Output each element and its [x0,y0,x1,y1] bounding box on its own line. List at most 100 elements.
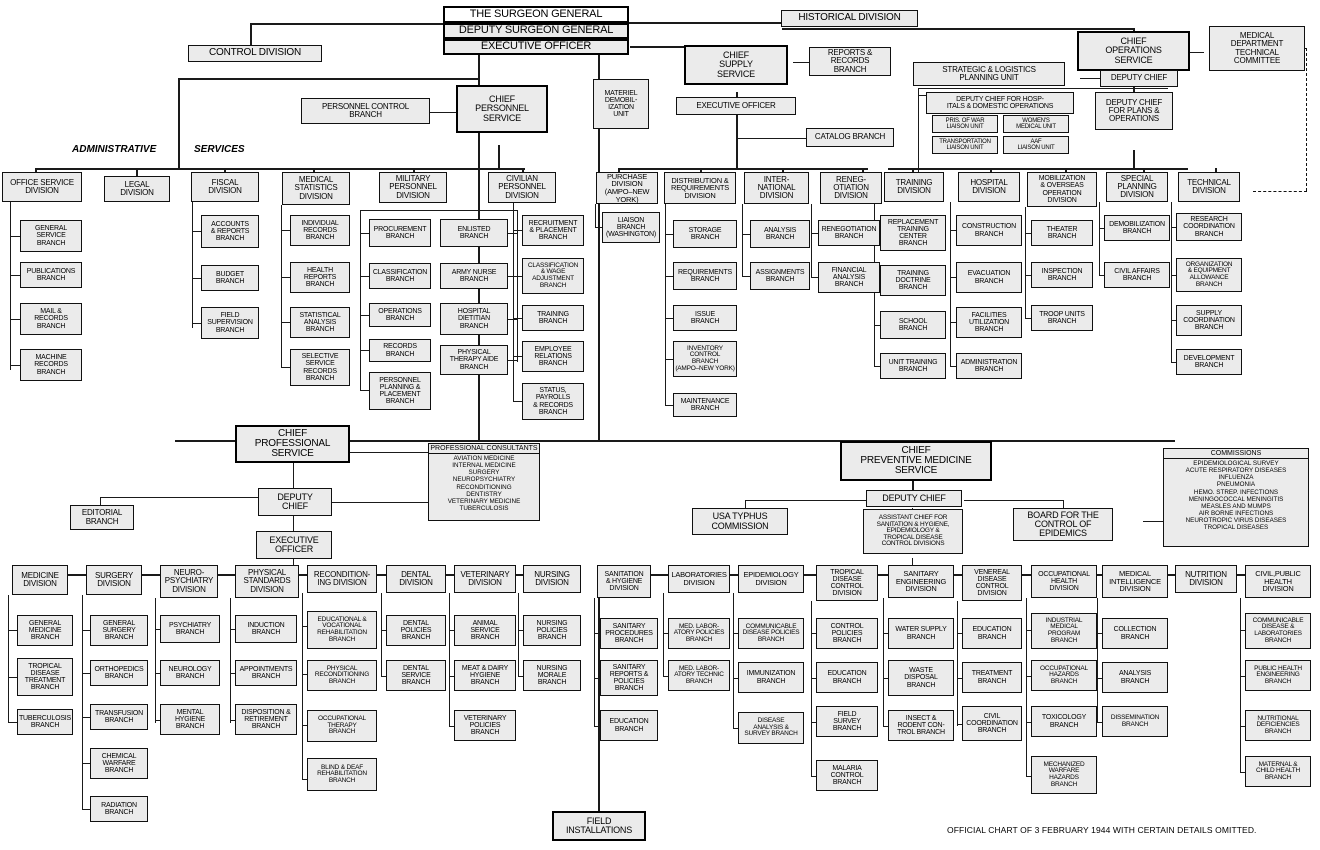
box-neuropsychiatry-division[interactable]: NEURO- PSYCHIATRY DIVISION [160,565,218,598]
box-branch[interactable]: RECRUITMENT & PLACEMENT BRANCH [522,215,584,246]
box-unit[interactable]: WOMEN'S MEDICAL UNIT [1003,115,1069,133]
box-branch[interactable]: INDUSTRIAL MEDICAL PROGRAM BRANCH [1031,613,1097,649]
box-branch[interactable]: DISEASE ANALYSIS & SURVEY BRANCH [738,712,804,744]
box-deputy-chief-hospitals[interactable]: DEPUTY CHIEF FOR HOSP- ITALS & DOMESTIC … [926,92,1074,114]
box-branch[interactable]: SCHOOL BRANCH [880,311,946,339]
box-branch[interactable]: MENTAL HYGIENE BRANCH [160,704,220,735]
box-branch[interactable]: ANALYSIS BRANCH [1102,662,1168,693]
box-usa-typhus-commission[interactable]: USA TYPHUS COMMISSION [692,508,788,535]
box-professional-consultants[interactable]: PROFESSIONAL CONSULTANTS AVIATION MEDICI… [428,443,540,521]
box-operations-deputy-chief[interactable]: DEPUTY CHIEF [1100,70,1178,87]
box-civil-public-health-division[interactable]: CIVIL,PUBLIC HEALTH DIVISION [1245,565,1311,598]
box-branch[interactable]: PROCUREMENT BRANCH [369,219,431,247]
box-nursing-division[interactable]: NURSING DIVISION [523,565,581,593]
box-branch[interactable]: OCCUPATIONAL HAZARDS BRANCH [1031,660,1097,691]
box-branch[interactable]: ISSUE BRANCH [673,305,737,331]
box-branch[interactable]: STORAGE BRANCH [673,220,737,248]
box-branch[interactable]: COLLECTION BRANCH [1102,618,1168,649]
box-branch[interactable]: TUBERCULOSIS BRANCH [17,709,73,735]
box-purchase-division[interactable]: PURCHASE DIVISION (AMPO–NEW YORK) [596,172,658,204]
box-branch[interactable]: CLASSIFICATION & WAGE ADJUSTMENT BRANCH [522,258,584,294]
box-branch[interactable]: STATUS, PAYROLLS & RECORDS BRANCH [522,383,584,420]
box-branch[interactable]: NURSING POLICIES BRANCH [523,615,581,646]
box-medical-intelligence-division[interactable]: MEDICAL INTELLIGENCE DIVISION [1102,565,1168,598]
box-branch[interactable]: EVACUATION BRANCH [956,262,1022,293]
box-branch[interactable]: DISPOSITION & RETIREMENT BRANCH [235,704,297,735]
box-special-planning-division[interactable]: SPECIAL PLANNING DIVISION [1106,172,1168,202]
box-branch[interactable]: CONTROL POLICIES BRANCH [816,618,878,649]
box-branch[interactable]: VETERINARY POLICIES BRANCH [454,710,516,741]
box-military-personnel-division[interactable]: MILITARY PERSONNEL DIVISION [379,172,447,203]
box-branch[interactable]: SUPPLY COORDINATION BRANCH [1176,305,1242,336]
box-commissions[interactable]: COMMISSIONS EPIDEMIOLOGICAL SURVEY ACUTE… [1163,448,1309,547]
box-branch[interactable]: COMMUNICABLE DISEASE & LABORATORIES BRAN… [1245,613,1311,649]
box-branch[interactable]: NURSING MORALE BRANCH [523,660,581,691]
box-medical-department-technical-committee[interactable]: MEDICAL DEPARTMENT TECHNICAL COMMITTEE [1209,26,1305,71]
box-branch[interactable]: DEMOBILIZATION BRANCH [1104,215,1170,241]
box-medicine-division[interactable]: MEDICINE DIVISION [12,565,68,595]
box-branch[interactable]: OPERATIONS BRANCH [369,303,431,327]
box-branch[interactable]: SANITARY PROCEDURES BRANCH [600,618,658,649]
box-branch[interactable]: RESEARCH COORDINATION BRANCH [1176,213,1242,241]
box-branch[interactable]: EDUCATION BRANCH [816,662,878,693]
box-branch[interactable]: PHYSICAL RECONDITIONING BRANCH [307,660,377,691]
box-preventive-deputy-chief[interactable]: DEPUTY CHIEF [866,490,962,507]
box-branch[interactable]: NEUROLOGY BRANCH [160,660,220,686]
box-personnel-control-branch[interactable]: PERSONNEL CONTROL BRANCH [301,98,430,124]
box-branch[interactable]: FINANCIAL ANALYSIS BRANCH [818,262,880,293]
box-training-division[interactable]: TRAINING DIVISION [884,172,944,202]
box-branch[interactable]: RENEGOTIATION BRANCH [818,220,880,246]
box-branch[interactable]: DEVELOPMENT BRANCH [1176,349,1242,375]
box-laboratories-division[interactable]: LABORATORIES DIVISION [668,565,730,593]
box-branch[interactable]: PUBLICATIONS BRANCH [20,262,82,288]
box-branch[interactable]: EDUCATIONAL & VOCATIONAL REHABILITATION … [307,611,377,649]
box-professional-deputy-chief[interactable]: DEPUTY CHIEF [258,488,332,516]
box-branch[interactable]: FIELD SURVEY BRANCH [816,706,878,737]
box-mobilization-overseas-operation-division[interactable]: MOBILIZATION & OVERSEAS OPERATION DIVISI… [1027,172,1097,207]
box-sanitation-hygiene-division[interactable]: SANITATION & HYGIENE DIVISION [597,565,651,598]
box-chief-professional-service[interactable]: CHIEF PROFESSIONAL SERVICE [235,425,350,463]
box-physical-standards-division[interactable]: PHYSICAL STANDARDS DIVISION [235,565,299,598]
box-branch[interactable]: FACILITIES UTILIZATION BRANCH [956,307,1022,338]
box-branch[interactable]: SELECTIVE SERVICE RECORDS BRANCH [290,349,350,386]
box-branch[interactable]: REPLACEMENT TRAINING CENTER BRANCH [880,215,946,251]
box-chief-preventive-medicine-service[interactable]: CHIEF PREVENTIVE MEDICINE SERVICE [840,441,992,481]
box-branch[interactable]: FIELD SUPERVISION BRANCH [201,307,259,339]
box-branch[interactable]: INDIVIDUAL RECORDS BRANCH [290,215,350,246]
box-chief-personnel-service[interactable]: CHIEF PERSONNEL SERVICE [456,85,548,133]
box-branch[interactable]: OCCUPATIONAL THERAPY BRANCH [307,710,377,742]
box-branch[interactable]: TROOP UNITS BRANCH [1031,305,1093,331]
box-civilian-personnel-division[interactable]: CIVILIAN PERSONNEL DIVISION [488,172,556,203]
box-venereal-disease-control-division[interactable]: VENEREAL DISEASE CONTROL DIVISION [962,565,1022,601]
box-fiscal-division[interactable]: FISCAL DIVISION [191,172,259,202]
box-technical-division[interactable]: TECHNICAL DIVISION [1178,172,1240,202]
box-distribution-requirements-division[interactable]: DISTRIBUTION & REQUIREMENTS DIVISION [664,172,736,204]
box-branch[interactable]: BLIND & DEAF REHABILITATION BRANCH [307,758,377,791]
box-branch[interactable]: GENERAL SURGERY BRANCH [90,615,148,646]
box-unit[interactable]: PRIS. OF WAR LIAISON UNIT [932,115,998,133]
box-branch[interactable]: EDUCATION BRANCH [600,710,658,741]
box-surgery-division[interactable]: SURGERY DIVISION [86,565,142,595]
box-branch[interactable]: MECHANIZED WARFARE HAZARDS BRANCH [1031,756,1097,794]
box-branch[interactable]: STATISTICAL ANALYSIS BRANCH [290,307,350,338]
box-branch[interactable]: INSPECTION BRANCH [1031,262,1093,288]
box-branch[interactable]: PUBLIC HEALTH ENGINEERING BRANCH [1245,660,1311,691]
box-veterinary-division[interactable]: VETERINARY DIVISION [454,565,516,593]
box-branch[interactable]: DISSEMINATION BRANCH [1102,706,1168,737]
box-branch[interactable]: INVENTORY CONTROL BRANCH (AMPO–NEW YORK) [673,341,737,377]
box-legal-division[interactable]: LEGAL DIVISION [104,176,170,202]
box-branch[interactable]: CHEMICAL WARFARE BRANCH [90,748,148,779]
box-branch[interactable]: TREATMENT BRANCH [962,662,1022,693]
box-catalog-branch[interactable]: CATALOG BRANCH [806,128,894,147]
box-unit[interactable]: TRANSPORTATION LIAISON UNIT [932,136,998,154]
box-deputy-chief-plans-operations[interactable]: DEPUTY CHIEF FOR PLANS & OPERATIONS [1095,92,1173,130]
box-branch[interactable]: ARMY NURSE BRANCH [440,263,508,289]
box-field-installations[interactable]: FIELD INSTALLATIONS [552,811,646,841]
box-branch[interactable]: HOSPITAL DIETITIAN BRANCH [440,303,508,335]
box-board-control-epidemics[interactable]: BOARD FOR THE CONTROL OF EPIDEMICS [1013,508,1113,541]
box-reports-records-branch[interactable]: REPORTS & RECORDS BRANCH [809,47,891,76]
box-renegotiation-division[interactable]: RENEG- OTIATION DIVISION [820,172,882,204]
box-branch[interactable]: ANIMAL SERVICE BRANCH [454,615,516,646]
box-branch[interactable]: INDUCTION BRANCH [235,615,297,643]
box-executive-officer[interactable]: EXECUTIVE OFFICER [443,39,629,55]
